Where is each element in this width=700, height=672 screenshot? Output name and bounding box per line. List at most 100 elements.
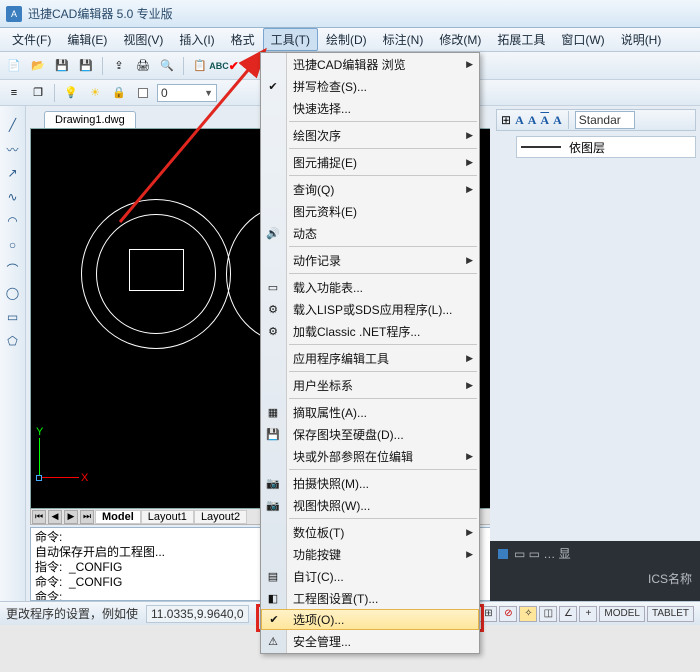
menu-标注n[interactable]: 标注(N): [375, 28, 432, 51]
style-a-icon[interactable]: A: [515, 113, 524, 128]
layer-icon[interactable]: ≡: [4, 83, 24, 103]
style-a-bar-icon[interactable]: A: [540, 113, 549, 128]
open-icon[interactable]: 📂: [28, 56, 48, 76]
pline-tool-icon[interactable]: 〰: [4, 140, 22, 158]
next-tab-icon[interactable]: ▶: [64, 510, 78, 524]
menu-separator: [289, 148, 477, 149]
submenu-arrow-icon: ▶: [466, 527, 473, 538]
menu-item-应用程序编辑工具[interactable]: 应用程序编辑工具▶: [261, 347, 479, 369]
ellipse-tool-icon[interactable]: ◯: [4, 284, 22, 302]
ray-tool-icon[interactable]: ↗: [4, 164, 22, 182]
app-icon: A: [6, 6, 22, 22]
menu-item-功能按键[interactable]: 功能按键▶: [261, 543, 479, 565]
document-tab[interactable]: Drawing1.dwg: [44, 111, 136, 128]
ics-label: ICS名称: [648, 570, 692, 587]
menu-item-拼写检查S[interactable]: ✔拼写检查(S)...: [261, 75, 479, 97]
menu-工具t[interactable]: 工具(T): [263, 28, 318, 51]
menu-item-图元捕捉E[interactable]: 图元捕捉(E)▶: [261, 151, 479, 173]
menu-item-摘取属性A[interactable]: ▦摘取属性(A)...: [261, 401, 479, 423]
layer-color-label: 依图层: [569, 139, 605, 156]
model-toggle[interactable]: MODEL: [599, 606, 645, 622]
osnap-toggle[interactable]: ◫: [539, 606, 557, 622]
first-tab-icon[interactable]: ⏮: [32, 510, 46, 524]
menu-item-自订C[interactable]: ▤自订(C)...: [261, 565, 479, 587]
menu-窗口w[interactable]: 窗口(W): [553, 28, 612, 51]
menu-item-图元资料E[interactable]: 图元资料(E): [261, 200, 479, 222]
line-tool-icon[interactable]: ╱: [4, 116, 22, 134]
layout-tab-2[interactable]: Layout2: [194, 510, 247, 524]
prev-tab-icon[interactable]: ◀: [48, 510, 62, 524]
menu-item-保存图块至硬盘D[interactable]: 💾保存图块至硬盘(D)...: [261, 423, 479, 445]
line-sample: [521, 146, 561, 148]
menu-item-icon: ▦: [265, 404, 281, 420]
rect-tool-icon[interactable]: ▭: [4, 308, 22, 326]
menu-item-快速选择[interactable]: 快速选择...: [261, 97, 479, 119]
bulb-on-icon[interactable]: 💡: [61, 83, 81, 103]
lwt-toggle[interactable]: +: [579, 606, 597, 622]
menu-item-动作记录[interactable]: 动作记录▶: [261, 249, 479, 271]
app-mini-icon: [498, 549, 508, 559]
tablet-toggle[interactable]: TABLET: [647, 606, 694, 622]
layers-icon[interactable]: ❐: [28, 83, 48, 103]
copy-icon[interactable]: 📋: [190, 56, 210, 76]
preview-icon[interactable]: 🔍: [157, 56, 177, 76]
menu-格式[interactable]: 格式: [223, 28, 263, 51]
menu-item-选项O[interactable]: ✔选项(O)...: [261, 609, 479, 630]
menu-item-数位板T[interactable]: 数位板(T)▶: [261, 521, 479, 543]
menu-视图v[interactable]: 视图(V): [115, 28, 171, 51]
text-style-combo[interactable]: Standar: [575, 111, 635, 129]
menu-插入i[interactable]: 插入(I): [171, 28, 222, 51]
menu-item-动态[interactable]: 🔊动态: [261, 222, 479, 244]
toggle-icon[interactable]: ◐: [238, 56, 258, 76]
arc-tool-icon[interactable]: ◠: [4, 212, 22, 230]
menu-item-icon: ✔: [266, 612, 282, 628]
lock-icon[interactable]: 🔒: [109, 83, 129, 103]
menu-item-label: 拍摄快照(M)...: [293, 475, 369, 492]
otrack-toggle[interactable]: ∠: [559, 606, 577, 622]
menu-item-迅捷CAD编辑器 浏览[interactable]: 迅捷CAD编辑器 浏览▶: [261, 53, 479, 75]
menu-编辑e[interactable]: 编辑(E): [59, 28, 115, 51]
layer-combo[interactable]: 0▼: [157, 84, 217, 102]
layout-tab-model[interactable]: Model: [95, 510, 141, 524]
menu-item-载入功能表[interactable]: ▭载入功能表...: [261, 276, 479, 298]
menu-item-拍摄快照M[interactable]: 📷拍摄快照(M)...: [261, 472, 479, 494]
polygon-tool-icon[interactable]: ⬠: [4, 332, 22, 350]
menu-拓展工具[interactable]: 拓展工具: [489, 28, 553, 51]
polar-toggle[interactable]: ✧: [519, 606, 537, 622]
spline-tool-icon[interactable]: ∿: [4, 188, 22, 206]
spell-icon[interactable]: ABC✔: [214, 56, 234, 76]
arc2-tool-icon[interactable]: ⌒: [4, 260, 22, 278]
color-swatch[interactable]: [133, 83, 153, 103]
dim-icon[interactable]: ⊞: [501, 113, 511, 127]
circle-tool-icon[interactable]: ○: [4, 236, 22, 254]
sun-icon[interactable]: ☀: [85, 83, 105, 103]
tools-menu-dropdown: 迅捷CAD编辑器 浏览▶✔拼写检查(S)...快速选择... 绘图次序▶ 图元捕捉(…: [260, 52, 480, 654]
dark-bottom-strip: ▭ ▭ … 显 ICS名称: [490, 541, 700, 601]
last-tab-icon[interactable]: ⏭: [80, 510, 94, 524]
coords-panel: 11.0335,9.9640,0: [146, 605, 249, 623]
print-icon[interactable]: 🖨: [133, 56, 153, 76]
export-icon[interactable]: ⇪: [109, 56, 129, 76]
saveall-icon[interactable]: 💾: [76, 56, 96, 76]
menu-item-工程图设置T[interactable]: ◧工程图设置(T)...: [261, 587, 479, 609]
menu-绘制d[interactable]: 绘制(D): [318, 28, 375, 51]
style-a-icon[interactable]: A: [553, 113, 562, 128]
menu-item-载入LISP或SDS应用[interactable]: ⚙载入LISP或SDS应用程序(L)...: [261, 298, 479, 320]
menu-说明h[interactable]: 说明(H): [613, 28, 670, 51]
menu-item-用户坐标系[interactable]: 用户坐标系▶: [261, 374, 479, 396]
menu-item-查询Q[interactable]: 查询(Q)▶: [261, 178, 479, 200]
layout-tab-1[interactable]: Layout1: [141, 510, 194, 524]
menu-item-块或外部参照在位编辑[interactable]: 块或外部参照在位编辑▶: [261, 445, 479, 467]
style-a-icon[interactable]: A: [528, 113, 537, 128]
grid-toggle[interactable]: ⊞: [479, 606, 497, 622]
menu-item-加载Classic NE[interactable]: ⚙加载Classic .NET程序...: [261, 320, 479, 342]
menu-item-视图快照W[interactable]: 📷视图快照(W)...: [261, 494, 479, 516]
ortho-toggle[interactable]: ⊘: [499, 606, 517, 622]
menu-文件f[interactable]: 文件(F): [4, 28, 59, 51]
save-icon[interactable]: 💾: [52, 56, 72, 76]
new-icon[interactable]: 📄: [4, 56, 24, 76]
menu-修改m[interactable]: 修改(M): [431, 28, 489, 51]
menu-item-安全管理[interactable]: ⚠安全管理...: [261, 630, 479, 652]
menu-item-label: 动态: [293, 225, 317, 242]
menu-item-绘图次序[interactable]: 绘图次序▶: [261, 124, 479, 146]
